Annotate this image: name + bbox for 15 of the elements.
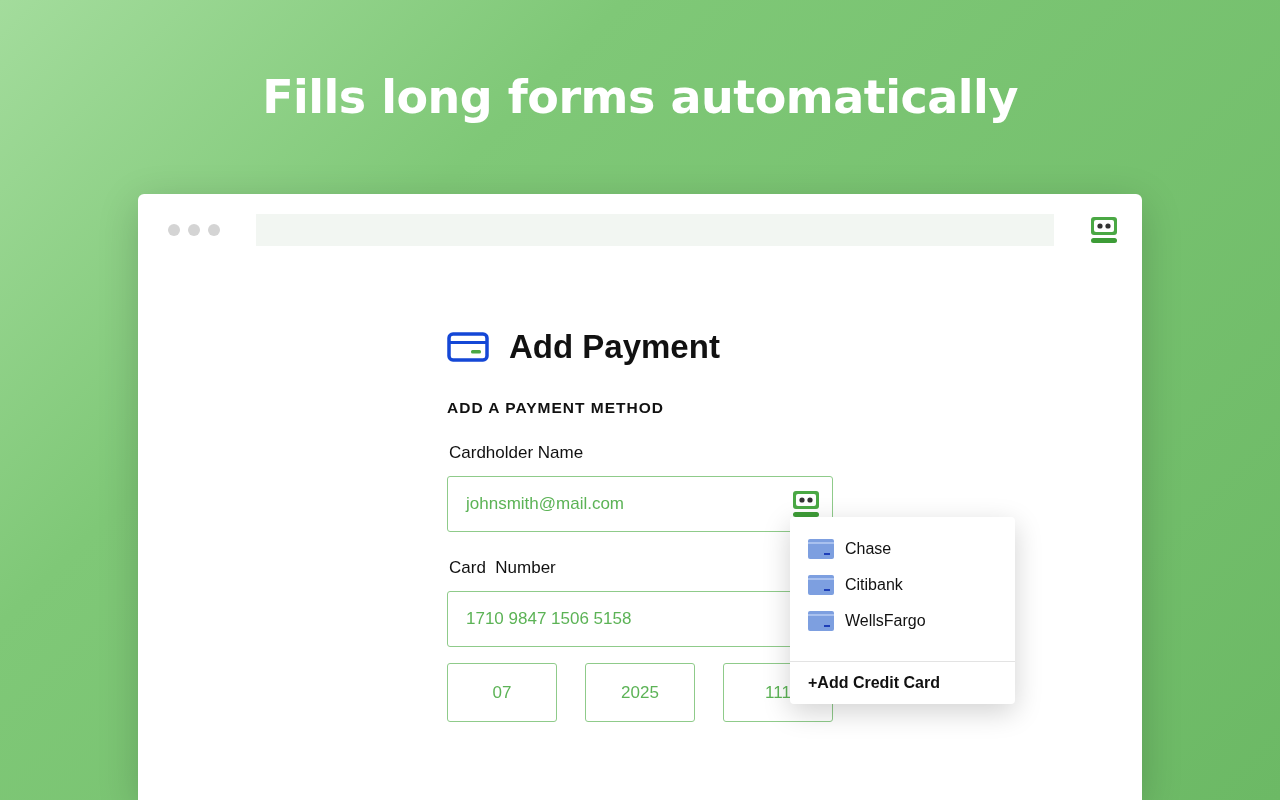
field-label: Card Number: [449, 558, 556, 578]
headline: Fills long forms automatically: [262, 69, 1018, 126]
window-dots-icon: [168, 223, 220, 236]
robot-extension-icon[interactable]: [1090, 215, 1118, 244]
credit-card-icon: [808, 575, 834, 595]
input-field[interactable]: 2025: [585, 663, 695, 722]
credit-card-icon: [808, 611, 834, 631]
page-title: Add Payment: [509, 328, 720, 366]
dropdown-item[interactable]: Chase: [790, 531, 1015, 567]
credit-card-icon: [447, 332, 489, 362]
credit-card-icon: [808, 539, 834, 559]
robot-autofill-icon[interactable]: [792, 490, 820, 518]
input-field[interactable]: 07: [447, 663, 557, 722]
field-label: Cardholder Name: [449, 443, 584, 463]
section-heading: ADD A PAYMENT METHOD: [447, 399, 665, 417]
